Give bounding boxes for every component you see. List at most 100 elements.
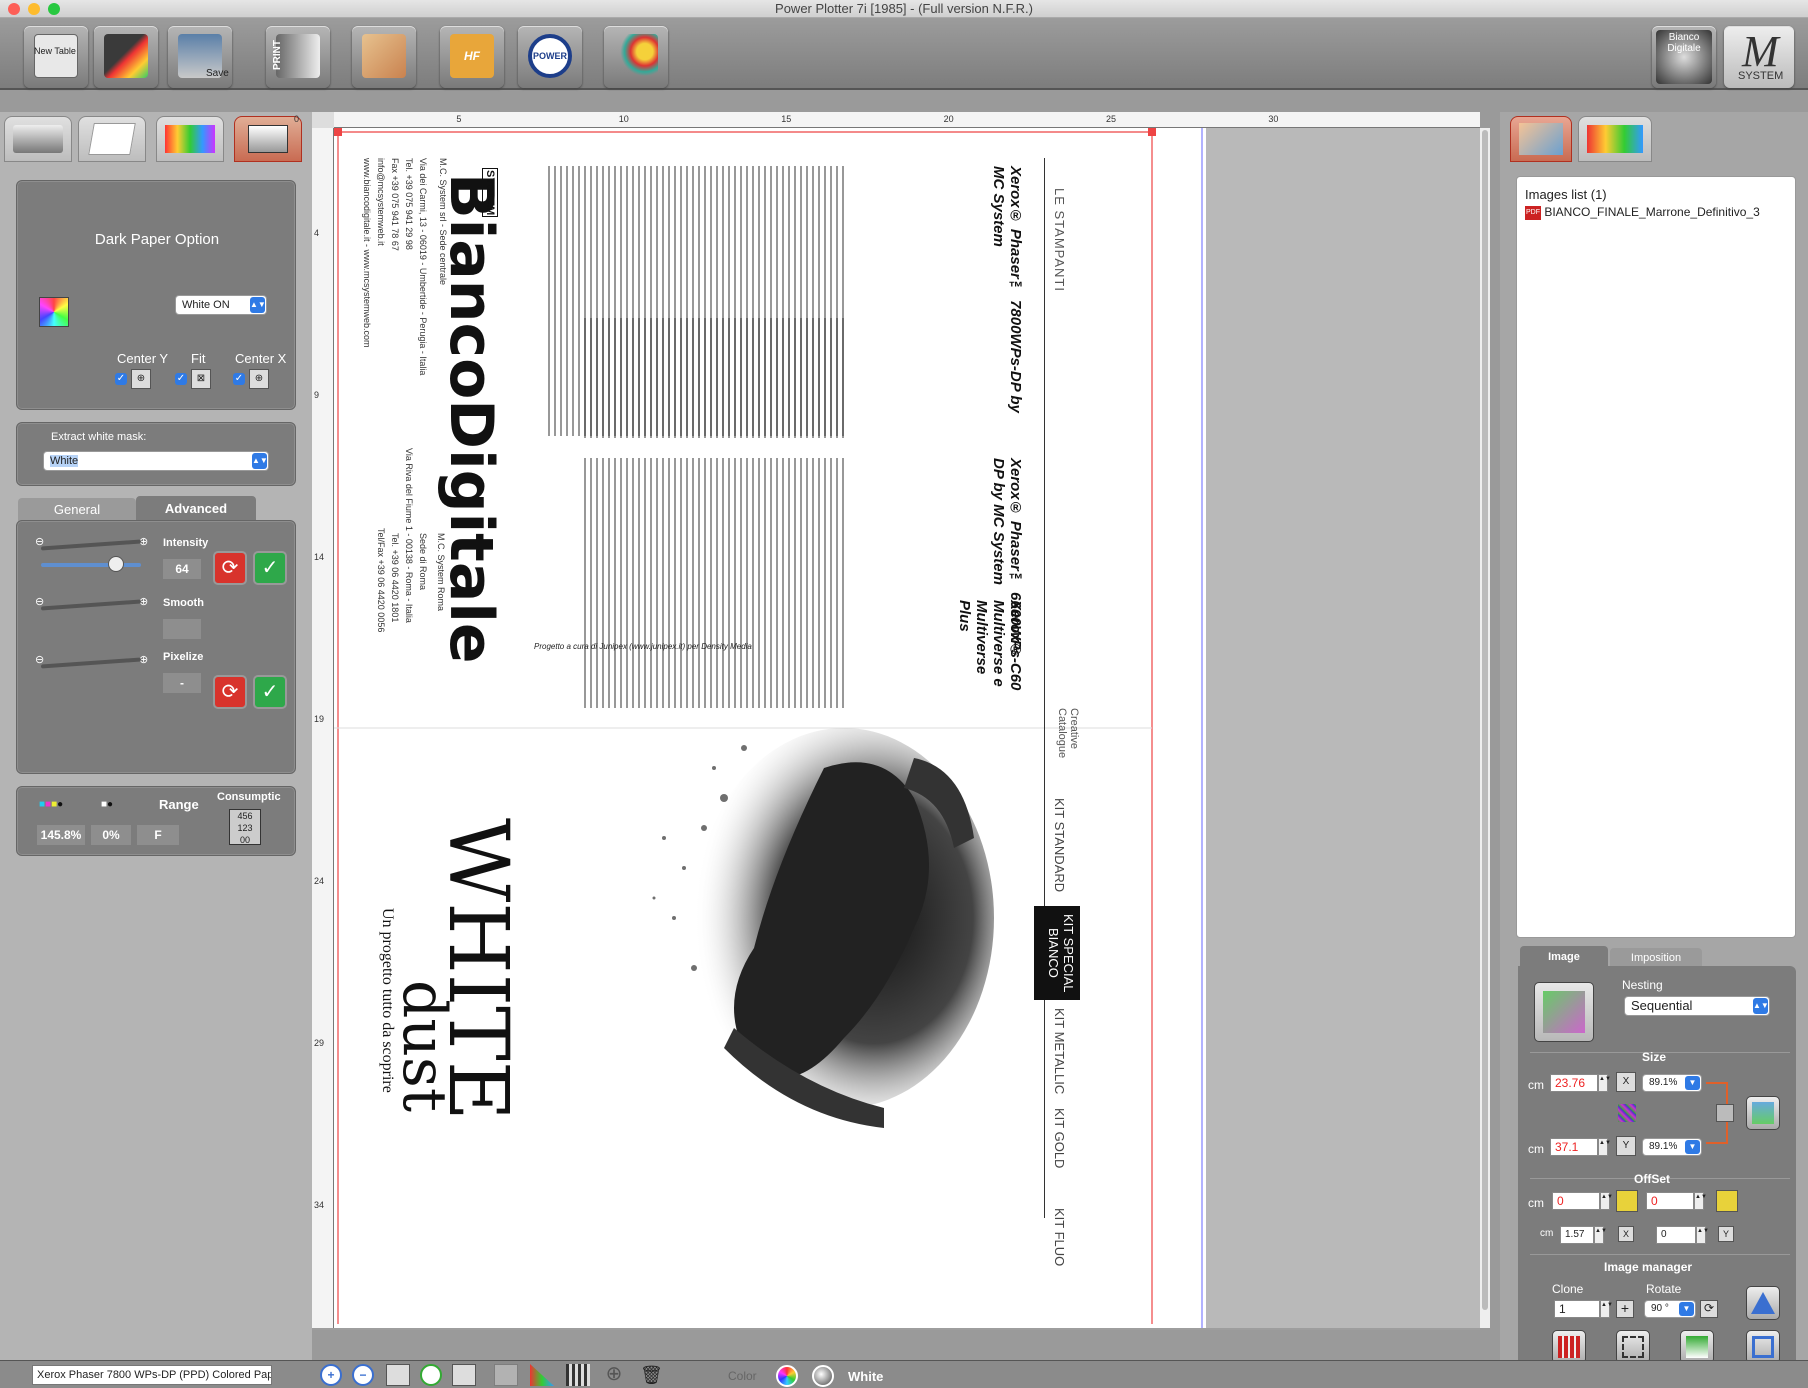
image-list-item[interactable]: PDF BIANCO_FINALE_Marrone_Definitivo_3 [1525,205,1791,221]
white-mode-select[interactable]: White ON ▲▼ [175,295,267,315]
margin-y-icon: Y [1718,1226,1734,1242]
tab-printer-settings[interactable] [4,116,72,162]
pixelize-slider[interactable] [41,657,141,669]
tab-general[interactable]: General [18,498,136,522]
tab-color-profile[interactable] [156,116,224,162]
crop-button[interactable] [1616,1330,1650,1364]
reset-pixelize-button[interactable]: ⟳ [213,675,247,709]
color-wedge-icon[interactable] [530,1364,554,1386]
tab-white-paint[interactable] [234,116,302,162]
text-image-mode-button[interactable] [1534,982,1594,1042]
scale-x-select[interactable]: 89.1% ▼ [1642,1074,1702,1092]
extract-white-mask-select[interactable]: White ▲▼ [43,451,269,471]
white-paint-roller-icon [248,125,288,153]
close-window-button[interactable] [8,3,20,15]
tab-images[interactable] [1510,116,1572,162]
clone-input[interactable]: 1 [1554,1300,1600,1318]
intensity-slider[interactable] [41,563,141,567]
cover-title-dust: dust [389,980,459,1112]
rotate-icon[interactable]: ⟳ [1700,1300,1718,1318]
offset-y-input[interactable]: 0 [1646,1192,1694,1210]
trash-icon[interactable]: 🗑 [640,1364,663,1386]
width-stepper[interactable]: ▲▼ [1598,1074,1611,1092]
intensity-value[interactable]: 64 [163,559,201,579]
zoom-page-icon[interactable] [420,1364,442,1386]
center-x-checkbox[interactable]: ✓ [233,373,245,385]
color-palette-icon[interactable] [39,297,69,327]
curve-tool-icon[interactable] [494,1364,518,1386]
height-input[interactable]: 37.1 [1550,1138,1598,1156]
apply-pixelize-button[interactable]: ✓ [253,675,287,709]
crosshair-icon[interactable]: ⊕ [602,1364,626,1386]
tab-creative-catalogue: Creative Catalogue [1056,708,1080,759]
center-y-checkbox[interactable]: ✓ [115,373,127,385]
print-button[interactable]: PRINT [266,26,330,88]
apply-intensity-button[interactable]: ✓ [253,551,287,585]
rotate-select[interactable]: 90 ° ▼ [1644,1300,1696,1318]
tools-button[interactable] [604,26,668,88]
media-size-icon [88,123,136,155]
tab-image[interactable]: Image [1520,946,1608,968]
width-input[interactable]: 23.76 [1550,1074,1598,1092]
offset-x-input[interactable]: 0 [1552,1192,1600,1210]
minimize-window-button[interactable] [28,3,40,15]
h-ruler-tick: 30 [1268,114,1279,124]
margin-x-stepper[interactable]: ▲▼ [1594,1226,1607,1244]
hot-folder-button[interactable]: HF [440,26,504,88]
bianco-digitale-logo-icon: Bianco Digitale [1656,30,1712,84]
photo-stack-button[interactable] [352,26,416,88]
grid-settings-icon[interactable] [566,1364,590,1386]
tile-button[interactable] [1552,1330,1586,1364]
tab-imposition[interactable]: Imposition [1610,948,1702,968]
zoom-fit-icon[interactable] [386,1364,410,1386]
zoom-out-icon[interactable]: − [352,1364,374,1386]
lock-aspect-icon[interactable] [1716,1104,1734,1122]
tab-kit-special-bianco: KIT SPECIAL BIANCO [1034,906,1080,1000]
address-line-5: info@mcsystemweb.it [376,158,386,246]
vertical-scroll-thumb[interactable] [1482,130,1488,1310]
add-clone-icon[interactable]: + [1616,1300,1634,1318]
extract-white-mask-label: Extract white mask: [51,431,147,443]
edit-image-button[interactable] [1680,1330,1714,1364]
power-certified-button[interactable]: POWER [518,26,582,88]
offset-x-stepper[interactable]: ▲▼ [1600,1192,1613,1210]
margin-x-input[interactable]: 1.57 [1560,1226,1594,1244]
reset-intensity-button[interactable]: ⟳ [213,551,247,585]
new-table-button[interactable]: New Table [24,26,88,88]
margin-y-stepper[interactable]: ▲▼ [1696,1226,1709,1244]
smooth-value[interactable] [163,619,201,639]
zoom-in-icon[interactable]: + [320,1364,342,1386]
smooth-slider[interactable] [41,599,141,611]
fit-image-button[interactable] [1746,1096,1780,1130]
nesting-select[interactable]: Sequential ▲▼ [1624,996,1770,1016]
color-mode-icon[interactable] [776,1365,798,1387]
height-stepper[interactable]: ▲▼ [1598,1138,1611,1156]
printer-name-field[interactable]: Xerox Phaser 7800 WPs-DP (PPD) Colored P… [32,1365,272,1385]
zoom-selection-icon[interactable] [452,1364,476,1386]
offset-x-align-icon[interactable] [1616,1190,1638,1212]
save-button[interactable]: Save [168,26,232,88]
pixelize-value[interactable]: - [163,673,201,693]
vertical-scrollbar[interactable] [1480,128,1490,1328]
offset-y-align-icon[interactable] [1716,1190,1738,1212]
tab-media-size[interactable] [78,116,146,162]
white-mode-icon[interactable] [812,1365,834,1387]
zoom-window-button[interactable] [48,3,60,15]
intensity-slider-handle[interactable] [108,556,124,572]
fit-icon: ⊠ [191,369,211,389]
margin-y-input[interactable]: 0 [1656,1226,1696,1244]
tab-advanced[interactable]: Advanced [136,496,256,522]
chevron-down-icon: ▲▼ [1753,998,1769,1014]
scale-y-select[interactable]: 89.1% ▼ [1642,1138,1702,1156]
offset-y-stepper[interactable]: ▲▼ [1694,1192,1707,1210]
clone-stepper[interactable]: ▲▼ [1600,1300,1613,1318]
frame-button[interactable] [1746,1330,1780,1364]
fit-checkbox[interactable]: ✓ [175,373,187,385]
offset-section-label: OffSet [1634,1172,1670,1186]
tab-queue[interactable] [1578,116,1652,162]
center-x-icon: ⊕ [249,369,269,389]
bianco-digitale-logo[interactable]: Bianco Digitale [1652,26,1716,88]
mirror-button[interactable] [1746,1286,1780,1320]
calculator-icon[interactable]: 456 123 00 [229,809,261,845]
printer-color-button[interactable] [94,26,158,88]
